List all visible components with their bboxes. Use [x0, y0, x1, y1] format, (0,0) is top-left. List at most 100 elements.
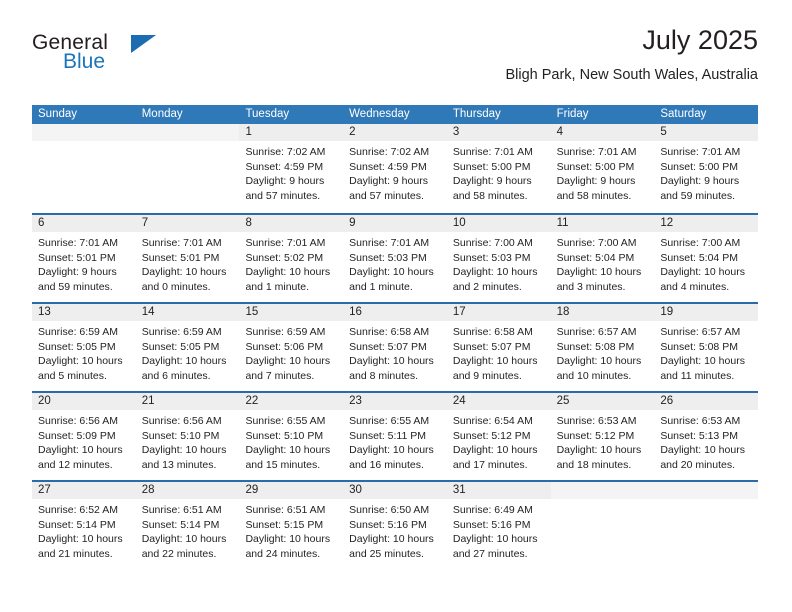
daylight-text-cont: and 15 minutes. [245, 458, 321, 471]
day-details: Sunrise: 6:56 AM Sunset: 5:09 PM Daylight:… [32, 410, 136, 472]
day-number: 3 [446, 124, 551, 141]
sunrise-text: Sunrise: 6:52 AM [38, 504, 118, 516]
day-details: Sunrise: 6:53 AM Sunset: 5:12 PM Daylight:… [551, 410, 655, 472]
calendar-day-cell[interactable]: 1 Sunrise: 7:02 AM Sunset: 4:59 PM Daylight… [239, 124, 344, 213]
calendar-day-cell[interactable]: 19 Sunrise: 6:57 AM Sunset: 5:08 PM Dayligh… [654, 304, 759, 391]
calendar-day-cell[interactable]: 11 Sunrise: 7:00 AM Sunset: 5:04 PM Dayligh… [550, 215, 655, 302]
calendar-day-cell[interactable]: 24 Sunrise: 6:54 AM Sunset: 5:12 PM Dayligh… [446, 393, 551, 480]
calendar-day-cell[interactable]: 5 Sunrise: 7:01 AM Sunset: 5:00 PM Daylight… [654, 124, 759, 213]
calendar-day-cell[interactable]: 7 Sunrise: 7:01 AM Sunset: 5:01 PM Daylight… [135, 215, 240, 302]
calendar-day-cell[interactable]: 2 Sunrise: 7:02 AM Sunset: 4:59 PM Daylight… [343, 124, 447, 213]
daylight-text-cont: and 11 minutes. [660, 369, 735, 382]
daylight-text: Daylight: 10 hours [141, 444, 227, 456]
calendar-week-row: 20 Sunrise: 6:56 AM Sunset: 5:09 PM Dayligh… [32, 391, 759, 480]
daylight-text: Daylight: 10 hours [556, 444, 642, 456]
sunset-text: Sunset: 5:16 PM [349, 518, 427, 531]
calendar-day-cell[interactable]: 12 Sunrise: 7:00 AM Sunset: 5:04 PM Dayligh… [654, 215, 759, 302]
day-number: 15 [239, 304, 344, 321]
day-number: 21 [135, 393, 240, 410]
day-number: 29 [239, 482, 344, 499]
daylight-text: Daylight: 10 hours [556, 266, 642, 278]
calendar-day-cell[interactable]: 23 Sunrise: 6:55 AM Sunset: 5:11 PM Dayligh… [343, 393, 447, 480]
daylight-text-cont: and 12 minutes. [38, 458, 113, 471]
calendar-day-cell[interactable]: 31 Sunrise: 6:49 AM Sunset: 5:16 PM Dayligh… [446, 482, 551, 569]
day-number: 4 [550, 124, 655, 141]
daylight-text: Daylight: 10 hours [349, 444, 434, 456]
calendar-page: General Blue July 2025 Bligh Park, New S… [0, 0, 792, 612]
calendar-day-cell[interactable]: 28 Sunrise: 6:51 AM Sunset: 5:14 PM Dayligh… [135, 482, 240, 569]
calendar-week-row: 1 Sunrise: 7:02 AM Sunset: 4:59 PM Daylight… [32, 124, 759, 213]
day-details: Sunrise: 6:49 AM Sunset: 5:16 PM Daylight:… [447, 499, 551, 561]
calendar-day-cell[interactable]: 27 Sunrise: 6:52 AM Sunset: 5:14 PM Dayligh… [32, 482, 136, 569]
calendar-day-cell[interactable]: 16 Sunrise: 6:58 AM Sunset: 5:07 PM Dayligh… [343, 304, 447, 391]
day-number: 25 [550, 393, 655, 410]
calendar-day-cell[interactable]: 20 Sunrise: 6:56 AM Sunset: 5:09 PM Dayligh… [32, 393, 136, 480]
calendar-day-cell[interactable]: 8 Sunrise: 7:01 AM Sunset: 5:02 PM Daylight… [239, 215, 344, 302]
daylight-text-cont: and 13 minutes. [141, 458, 217, 471]
sunset-text: Sunset: 5:08 PM [556, 340, 635, 353]
calendar-day-cell[interactable]: 29 Sunrise: 6:51 AM Sunset: 5:15 PM Dayligh… [239, 482, 344, 569]
daylight-text: Daylight: 10 hours [349, 266, 434, 278]
daylight-text: Daylight: 10 hours [349, 355, 434, 367]
day-number [135, 124, 240, 141]
day-details: Sunrise: 7:00 AM Sunset: 5:03 PM Daylight:… [447, 232, 551, 294]
triangle-flag-icon [131, 35, 156, 53]
sunrise-text: Sunrise: 7:02 AM [349, 146, 430, 158]
sunrise-text: Sunrise: 6:53 AM [556, 415, 637, 427]
calendar-day-cell[interactable]: 14 Sunrise: 6:59 AM Sunset: 5:05 PM Dayligh… [135, 304, 240, 391]
day-details [136, 141, 240, 145]
calendar-day-cell[interactable]: 6 Sunrise: 7:01 AM Sunset: 5:01 PM Daylight… [32, 215, 136, 302]
day-details: Sunrise: 6:58 AM Sunset: 5:07 PM Daylight:… [447, 321, 551, 383]
daylight-text: Daylight: 10 hours [245, 533, 331, 545]
calendar-day-cell[interactable]: 13 Sunrise: 6:59 AM Sunset: 5:05 PM Dayligh… [32, 304, 136, 391]
sunset-text: Sunset: 5:10 PM [141, 429, 220, 442]
day-number: 20 [32, 393, 136, 410]
calendar-week-row: 27 Sunrise: 6:52 AM Sunset: 5:14 PM Dayligh… [32, 480, 759, 569]
weekday-header-monday: Monday [141, 108, 183, 120]
calendar-day-cell[interactable]: 22 Sunrise: 6:55 AM Sunset: 5:10 PM Dayligh… [239, 393, 344, 480]
daylight-text: Daylight: 10 hours [141, 266, 227, 278]
calendar-day-cell[interactable]: 15 Sunrise: 6:59 AM Sunset: 5:06 PM Dayligh… [239, 304, 344, 391]
daylight-text-cont: and 4 minutes. [660, 280, 730, 293]
sunrise-text: Sunrise: 7:00 AM [452, 237, 533, 249]
sunrise-text: Sunrise: 7:02 AM [245, 146, 326, 158]
weekday-header-wednesday: Wednesday [349, 108, 410, 120]
calendar-day-cell[interactable]: 30 Sunrise: 6:50 AM Sunset: 5:16 PM Dayligh… [343, 482, 447, 569]
daylight-text: Daylight: 10 hours [245, 266, 331, 278]
calendar-day-cell[interactable]: 18 Sunrise: 6:57 AM Sunset: 5:08 PM Dayligh… [550, 304, 655, 391]
daylight-text: Daylight: 10 hours [660, 444, 745, 456]
daylight-text: Daylight: 10 hours [141, 355, 227, 367]
daylight-text-cont: and 3 minutes. [556, 280, 626, 293]
daylight-text-cont: and 8 minutes. [349, 369, 419, 382]
calendar-day-cell[interactable]: 21 Sunrise: 6:56 AM Sunset: 5:10 PM Dayligh… [135, 393, 240, 480]
day-details: Sunrise: 6:57 AM Sunset: 5:08 PM Daylight:… [654, 321, 758, 383]
sunrise-text: Sunrise: 6:54 AM [452, 415, 533, 427]
calendar-day-cell[interactable]: 9 Sunrise: 7:01 AM Sunset: 5:03 PM Daylight… [343, 215, 447, 302]
page-header: General Blue July 2025 Bligh Park, New S… [32, 24, 758, 100]
sunset-text: Sunset: 5:00 PM [556, 160, 635, 173]
sunset-text: Sunset: 5:10 PM [245, 429, 324, 442]
daylight-text: Daylight: 10 hours [452, 266, 538, 278]
day-details: Sunrise: 7:00 AM Sunset: 5:04 PM Daylight:… [654, 232, 758, 294]
calendar-day-cell[interactable]: 10 Sunrise: 7:00 AM Sunset: 5:03 PM Dayligh… [446, 215, 551, 302]
brand-logo[interactable]: General Blue [32, 32, 232, 88]
calendar-day-cell[interactable]: 3 Sunrise: 7:01 AM Sunset: 5:00 PM Daylight… [446, 124, 551, 213]
sunrise-text: Sunrise: 7:01 AM [245, 237, 326, 249]
sunrise-text: Sunrise: 6:57 AM [556, 326, 637, 338]
day-number: 24 [446, 393, 551, 410]
weekday-header-saturday: Saturday [660, 108, 707, 120]
calendar-day-cell[interactable]: 4 Sunrise: 7:01 AM Sunset: 5:00 PM Daylight… [550, 124, 655, 213]
calendar-day-cell[interactable]: 17 Sunrise: 6:58 AM Sunset: 5:07 PM Dayligh… [446, 304, 551, 391]
sunrise-text: Sunrise: 7:00 AM [556, 237, 637, 249]
daylight-text: Daylight: 9 hours [660, 175, 740, 187]
sunset-text: Sunset: 5:02 PM [245, 251, 324, 264]
daylight-text-cont: and 6 minutes. [141, 369, 211, 382]
daylight-text-cont: and 21 minutes. [38, 547, 113, 560]
day-number: 16 [343, 304, 447, 321]
calendar-day-cell[interactable]: 26 Sunrise: 6:53 AM Sunset: 5:13 PM Dayligh… [654, 393, 759, 480]
day-number: 2 [343, 124, 447, 141]
calendar-day-cell[interactable]: 25 Sunrise: 6:53 AM Sunset: 5:12 PM Dayligh… [550, 393, 655, 480]
day-details: Sunrise: 7:01 AM Sunset: 5:03 PM Daylight:… [343, 232, 447, 294]
sunrise-text: Sunrise: 6:59 AM [141, 326, 222, 338]
daylight-text-cont: and 20 minutes. [660, 458, 736, 471]
